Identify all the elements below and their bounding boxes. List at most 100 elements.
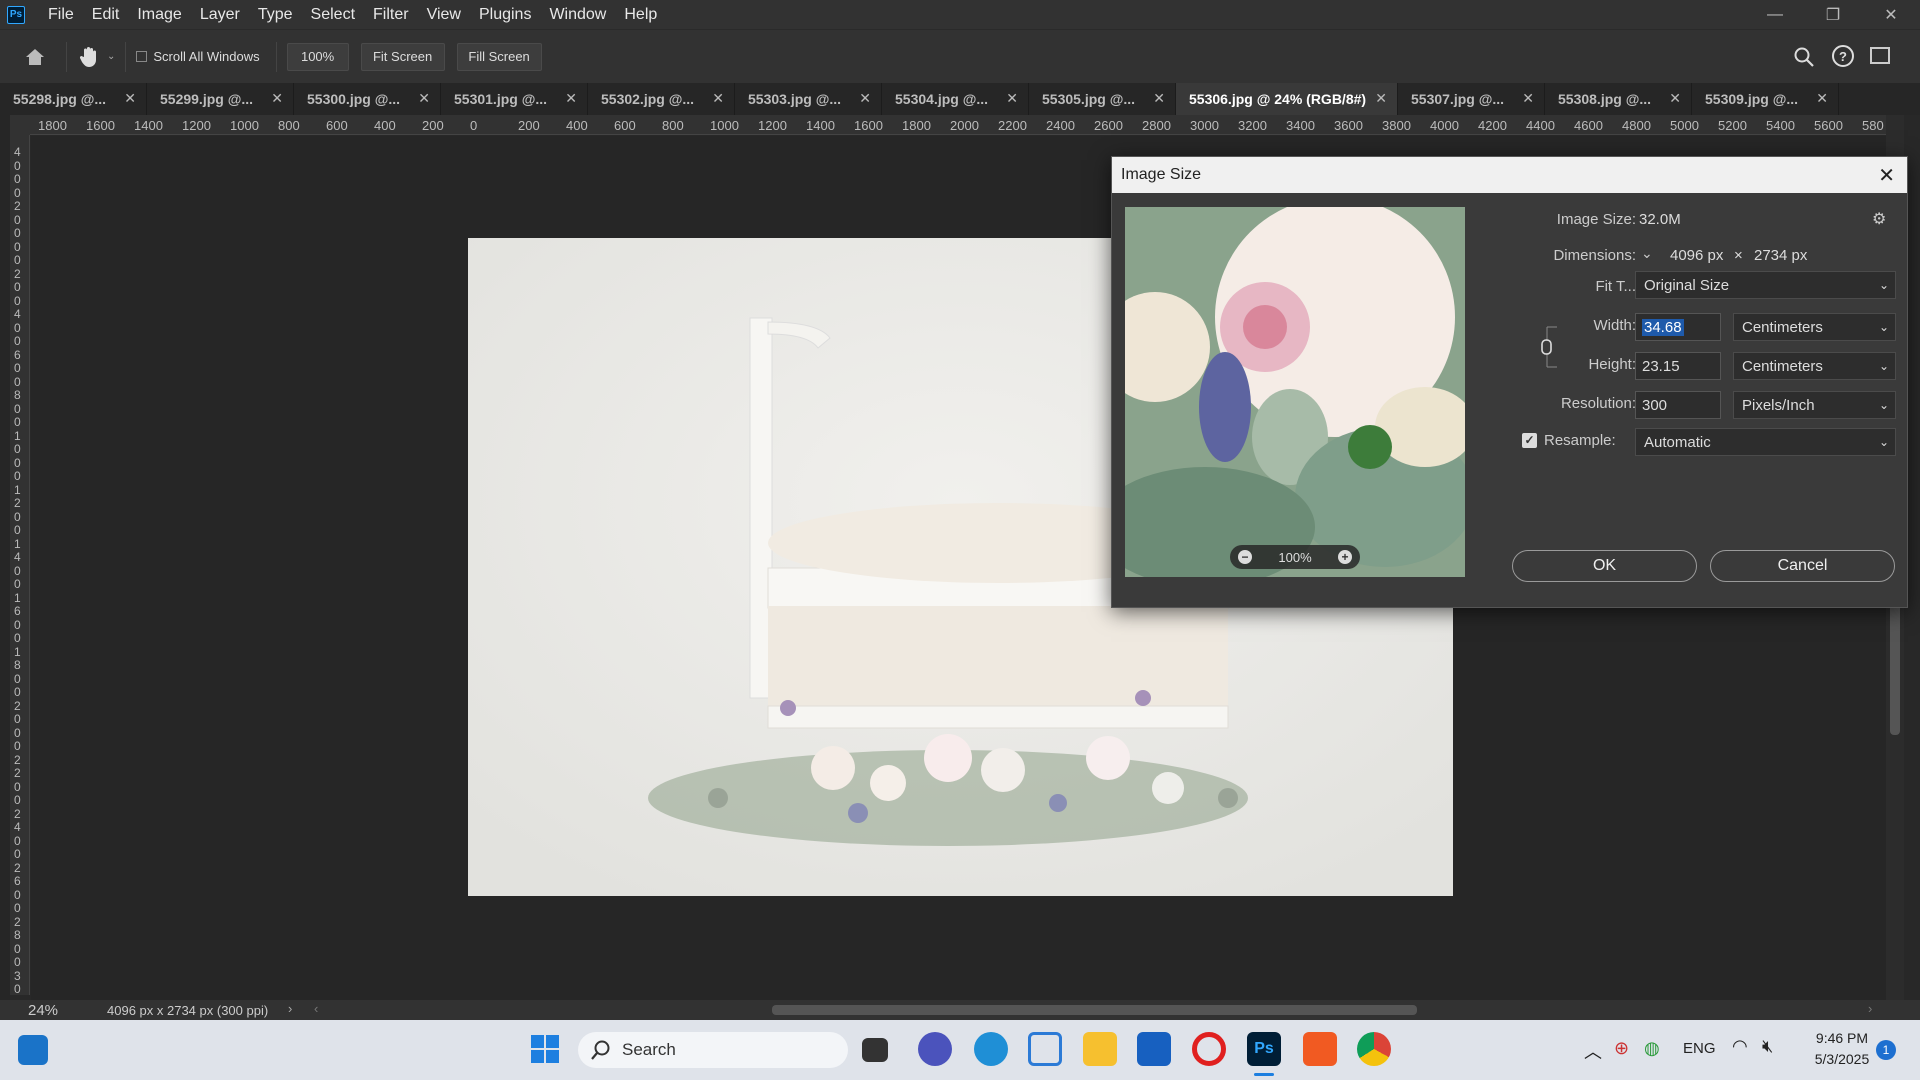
resample-select[interactable]: Automatic ⌄ <box>1635 428 1896 456</box>
file-explorer-icon[interactable] <box>1083 1032 1117 1066</box>
start-icon[interactable] <box>528 1032 562 1066</box>
fill-screen-button[interactable]: Fill Screen <box>456 42 542 71</box>
hand-tool-icon[interactable] <box>77 45 101 69</box>
lens-app-icon[interactable] <box>1028 1032 1062 1066</box>
taskbar-search-box[interactable]: Search <box>578 1032 848 1068</box>
vpn-icon[interactable]: ⊕ <box>1614 1038 1629 1059</box>
menu-edit[interactable]: Edit <box>83 6 129 24</box>
resolution-input[interactable]: 300 <box>1635 391 1721 419</box>
hscroll-right-icon[interactable]: › <box>1868 1001 1872 1016</box>
menu-select[interactable]: Select <box>302 6 364 24</box>
tab-55304[interactable]: 55304.jpg @... ✕ <box>882 83 1029 115</box>
wifi-icon[interactable]: ◠ <box>1732 1036 1748 1057</box>
network-globe-icon[interactable]: ◍ <box>1644 1038 1660 1059</box>
hscroll-left-icon[interactable]: ‹ <box>314 1001 318 1016</box>
tab-close-icon[interactable]: ✕ <box>1375 90 1387 107</box>
volume-muted-icon[interactable]: 🔇︎ <box>1762 1036 1773 1057</box>
tab-55302[interactable]: 55302.jpg @... ✕ <box>588 83 735 115</box>
home-icon[interactable] <box>24 47 46 67</box>
dimensions-dropdown-icon[interactable]: ⌄ <box>1641 245 1653 262</box>
clock-date[interactable]: 5/3/2025 <box>1804 1051 1880 1067</box>
close-icon[interactable]: ✕ <box>1878 163 1895 188</box>
width-unit-select[interactable]: Centimeters ⌄ <box>1733 313 1896 341</box>
workspace-icon[interactable] <box>1870 47 1890 64</box>
store-icon[interactable] <box>1137 1032 1171 1066</box>
language-indicator[interactable]: ENG <box>1683 1040 1716 1057</box>
zoom-in-icon[interactable]: + <box>1338 550 1352 564</box>
resample-checkbox[interactable]: ✓ <box>1522 433 1537 448</box>
widgets-icon[interactable] <box>18 1035 48 1065</box>
brave-icon[interactable] <box>1303 1032 1337 1066</box>
image-size-label: Image Size: <box>1556 211 1636 228</box>
tab-close-icon[interactable]: ✕ <box>271 90 283 107</box>
fit-to-select[interactable]: Original Size ⌄ <box>1635 271 1896 299</box>
menu-type[interactable]: Type <box>249 6 302 24</box>
tab-close-icon[interactable]: ✕ <box>418 90 430 107</box>
resolution-unit-select[interactable]: Pixels/Inch ⌄ <box>1733 391 1896 419</box>
ruler-tick-label: 0 <box>14 374 21 389</box>
tab-close-icon[interactable]: ✕ <box>859 90 871 107</box>
opera-icon[interactable] <box>1192 1032 1226 1066</box>
teams-chat-icon[interactable] <box>918 1032 952 1066</box>
tab-55308[interactable]: 55308.jpg @... ✕ <box>1545 83 1692 115</box>
menu-file[interactable]: File <box>39 6 83 24</box>
tool-preset-chevron-icon[interactable]: ⌄ <box>107 51 115 62</box>
height-unit-select[interactable]: Centimeters ⌄ <box>1733 352 1896 380</box>
cancel-button[interactable]: Cancel <box>1710 550 1895 582</box>
width-input[interactable]: 34.68 <box>1635 313 1721 341</box>
tab-close-icon[interactable]: ✕ <box>1153 90 1165 107</box>
status-arrow-icon[interactable]: › <box>288 1001 292 1016</box>
restore-icon[interactable]: ❐ <box>1804 0 1862 29</box>
tab-55309[interactable]: 55309.jpg @... ✕ <box>1692 83 1839 115</box>
preview-pane[interactable]: − 100% + <box>1125 207 1465 577</box>
menu-view[interactable]: View <box>418 6 470 24</box>
ruler-tick-label: 2 <box>14 698 21 713</box>
tab-55303[interactable]: 55303.jpg @... ✕ <box>735 83 882 115</box>
chrome-icon[interactable] <box>1357 1032 1391 1066</box>
menu-plugins[interactable]: Plugins <box>470 6 540 24</box>
task-view-icon[interactable] <box>862 1038 888 1062</box>
tab-label: 55307.jpg @... <box>1411 91 1505 107</box>
tab-55305[interactable]: 55305.jpg @... ✕ <box>1029 83 1176 115</box>
zoom-out-icon[interactable]: − <box>1238 550 1252 564</box>
menu-help[interactable]: Help <box>615 6 666 24</box>
tab-close-icon[interactable]: ✕ <box>1816 90 1828 107</box>
fit-screen-button[interactable]: Fit Screen <box>360 42 445 71</box>
tab-close-icon[interactable]: ✕ <box>1669 90 1681 107</box>
scroll-all-windows-checkbox[interactable] <box>136 51 148 62</box>
chevron-up-icon[interactable]: ︿ <box>1584 1038 1602 1064</box>
scroll-thumb[interactable] <box>1890 595 1900 735</box>
settings-gear-icon[interactable]: ⚙ <box>1872 209 1886 229</box>
tab-close-icon[interactable]: ✕ <box>1006 90 1018 107</box>
tab-close-icon[interactable]: ✕ <box>1522 90 1534 107</box>
menu-layer[interactable]: Layer <box>191 6 249 24</box>
ruler-tick-label: 4 <box>14 550 21 564</box>
zoom-100-button[interactable]: 100% <box>286 42 349 71</box>
tab-55306-active[interactable]: 55306.jpg @ 24% (RGB/8#) ✕ <box>1176 83 1398 115</box>
tab-55298[interactable]: 55298.jpg @... ✕ <box>0 83 147 115</box>
ruler-tick-label: 0 <box>14 158 21 173</box>
menu-filter[interactable]: Filter <box>364 6 418 24</box>
ok-button[interactable]: OK <box>1512 550 1697 582</box>
zoom-level[interactable]: 24% <box>28 1002 58 1019</box>
tab-55299[interactable]: 55299.jpg @... ✕ <box>147 83 294 115</box>
search-icon[interactable] <box>1793 46 1815 71</box>
edge-icon[interactable] <box>974 1032 1008 1066</box>
tab-55307[interactable]: 55307.jpg @... ✕ <box>1398 83 1545 115</box>
menu-image[interactable]: Image <box>128 6 190 24</box>
tab-close-icon[interactable]: ✕ <box>124 90 136 107</box>
notification-badge[interactable]: 1 <box>1876 1040 1896 1060</box>
menu-window[interactable]: Window <box>540 6 615 24</box>
tab-55301[interactable]: 55301.jpg @... ✕ <box>441 83 588 115</box>
tab-55300[interactable]: 55300.jpg @... ✕ <box>294 83 441 115</box>
height-input[interactable]: 23.15 <box>1635 352 1721 380</box>
tab-close-icon[interactable]: ✕ <box>565 90 577 107</box>
tab-close-icon[interactable]: ✕ <box>712 90 724 107</box>
close-window-icon[interactable]: ✕ <box>1862 0 1920 29</box>
minimize-icon[interactable]: — <box>1746 0 1804 29</box>
ruler-tick-label: 580 <box>1862 118 1884 133</box>
help-icon[interactable]: ? <box>1832 45 1854 67</box>
horizontal-scrollbar[interactable] <box>772 1005 1417 1015</box>
photoshop-taskbar-icon[interactable]: Ps <box>1247 1032 1281 1066</box>
clock-time[interactable]: 9:46 PM <box>1812 1030 1872 1046</box>
